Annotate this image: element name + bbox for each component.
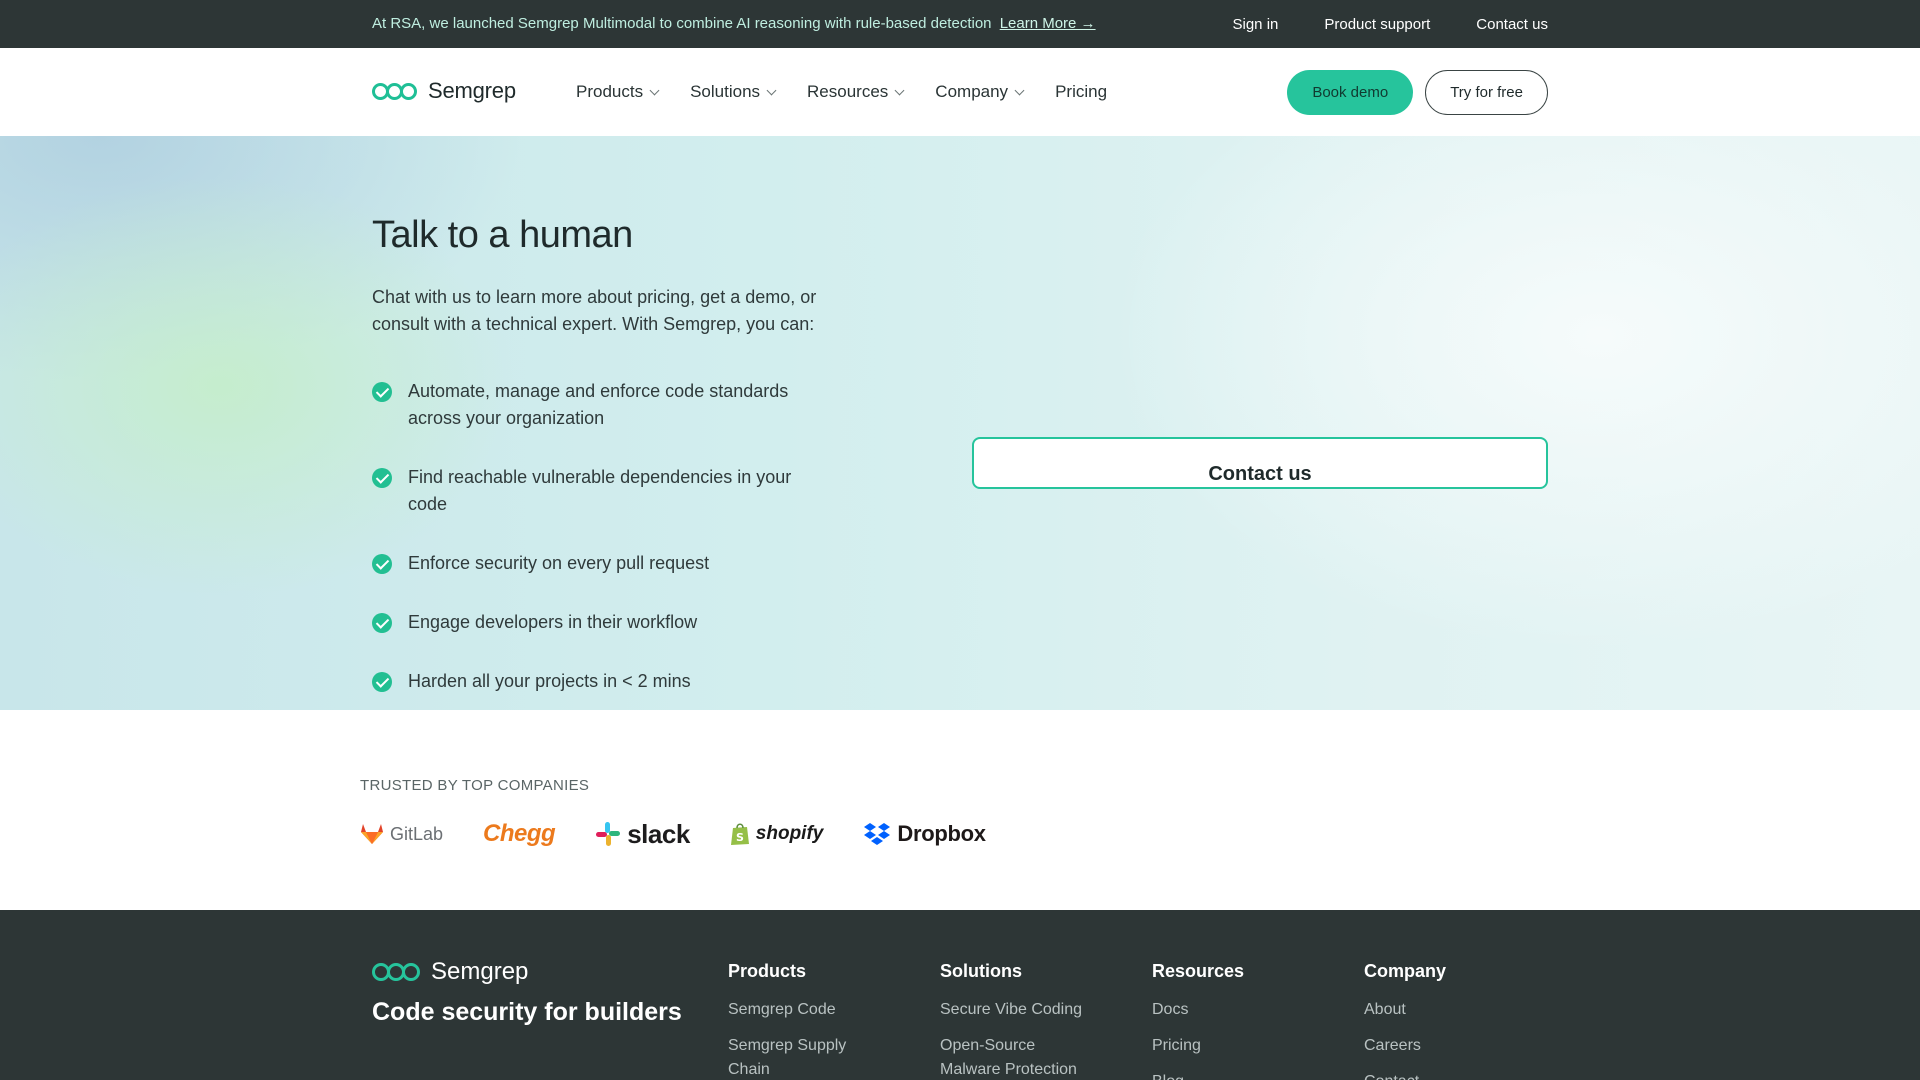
footer-column-products: Products Semgrep Code Semgrep Supply Cha…	[728, 961, 908, 1080]
hero-section: Talk to a human Chat with us to learn mo…	[0, 136, 1920, 710]
site-header: Semgrep Products Solutions Resources Com…	[0, 48, 1920, 136]
footer-column-title: Company	[1364, 961, 1447, 981]
benefit-text: Find reachable vulnerable dependencies i…	[408, 467, 792, 514]
footer-tagline: Code security for builders	[372, 998, 682, 1026]
utility-links: Sign in Product support Contact us	[1233, 0, 1549, 48]
footer-column-title: Resources	[1152, 961, 1245, 981]
chevron-down-icon	[1014, 85, 1025, 95]
try-for-free-button[interactable]: Try for free	[1425, 70, 1548, 115]
footer-link-about[interactable]: About	[1364, 998, 1544, 1022]
benefit-text: Engage developers in their workflow	[408, 612, 698, 632]
dropbox-wordmark: Dropbox	[897, 821, 986, 846]
nav-resources[interactable]: Resources	[807, 82, 905, 102]
nav-company-label: Company	[935, 82, 1009, 101]
benefit-item: Find reachable vulnerable dependencies i…	[372, 464, 832, 518]
footer-link-contact[interactable]: Contact	[1364, 1070, 1544, 1080]
nav-solutions[interactable]: Solutions	[690, 82, 777, 102]
footer-link-docs[interactable]: Docs	[1152, 998, 1332, 1022]
check-circle-icon	[372, 613, 392, 633]
footer-column-resources: Resources Docs Pricing Blog	[1152, 961, 1332, 1080]
gitlab-icon	[361, 824, 383, 844]
benefit-text: Harden all your projects in < 2 mins	[408, 671, 691, 691]
dropbox-icon	[864, 823, 891, 845]
benefit-item: Engage developers in their workflow	[372, 609, 832, 636]
semgrep-logo-icon	[372, 963, 420, 981]
nav-pricing-label: Pricing	[1055, 82, 1108, 101]
site-footer: Semgrep Code security for builders Produ…	[0, 910, 1920, 1080]
nav-company[interactable]: Company	[935, 82, 1025, 102]
shopify-bag-icon: S	[730, 823, 749, 845]
trusted-heading: TRUSTED BY TOP COMPANIES	[360, 777, 590, 794]
chegg-logo: Chegg	[483, 820, 556, 848]
footer-link-supply-chain[interactable]: Semgrep Supply Chain	[728, 1034, 868, 1080]
footer-link-semgrep-code[interactable]: Semgrep Code	[728, 998, 908, 1022]
footer-logo[interactable]: Semgrep	[372, 958, 528, 986]
footer-link-secure-vibe-coding[interactable]: Secure Vibe Coding	[940, 998, 1120, 1022]
footer-column-company: Company About Careers Contact	[1364, 961, 1544, 1080]
nav-products[interactable]: Products	[576, 82, 660, 102]
brand-name: Semgrep	[428, 78, 516, 103]
main-nav: Products Solutions Resources Company Pri…	[576, 48, 1107, 136]
contact-us-button[interactable]: Contact us	[972, 437, 1548, 489]
benefit-item: Enforce security on every pull request	[372, 550, 832, 577]
hero-intro: Chat with us to learn more about pricing…	[372, 287, 817, 334]
nav-solutions-label: Solutions	[690, 82, 761, 101]
page-title: Talk to a human	[372, 214, 633, 256]
footer-link-pricing[interactable]: Pricing	[1152, 1034, 1332, 1058]
footer-link-careers[interactable]: Careers	[1364, 1034, 1544, 1058]
shopify-wordmark: shopify	[755, 823, 824, 844]
benefit-item: Automate, manage and enforce code standa…	[372, 378, 832, 432]
semgrep-logo-icon	[372, 82, 417, 100]
book-demo-button[interactable]: Book demo	[1287, 70, 1414, 115]
announcement-bar: At RSA, we launched Semgrep Multimodal t…	[0, 0, 1920, 48]
chevron-down-icon	[649, 85, 660, 95]
benefit-text: Enforce security on every pull request	[408, 553, 710, 573]
benefits-list: Automate, manage and enforce code standa…	[372, 378, 832, 727]
nav-pricing[interactable]: Pricing	[1055, 82, 1107, 102]
chevron-down-icon	[894, 85, 905, 95]
benefit-text: Automate, manage and enforce code standa…	[408, 381, 789, 428]
check-circle-icon	[372, 468, 392, 488]
shopify-logo: S shopify	[730, 822, 824, 846]
semgrep-logo[interactable]: Semgrep	[372, 78, 516, 104]
gitlab-wordmark: GitLab	[390, 823, 444, 844]
footer-link-malware-protection[interactable]: Open-Source Malware Protection	[940, 1034, 1100, 1080]
contact-us-label: Contact us	[1208, 463, 1312, 485]
footer-column-title: Products	[728, 961, 807, 981]
nav-resources-label: Resources	[807, 82, 889, 101]
svg-text:S: S	[736, 831, 744, 844]
gitlab-logo: GitLab	[360, 823, 443, 845]
check-circle-icon	[372, 382, 392, 402]
announcement-message: At RSA, we launched Semgrep Multimodal t…	[372, 0, 1096, 48]
check-circle-icon	[372, 672, 392, 692]
product-support-link[interactable]: Product support	[1324, 16, 1430, 33]
slack-icon	[596, 822, 621, 846]
sign-in-link[interactable]: Sign in	[1233, 16, 1279, 33]
chegg-wordmark: Chegg	[483, 820, 556, 847]
nav-products-label: Products	[576, 82, 644, 101]
benefit-item: Harden all your projects in < 2 mins	[372, 668, 832, 695]
customer-logos: GitLab Chegg slack S shopify Dropbox	[360, 818, 986, 850]
slack-logo: slack	[595, 819, 690, 850]
slack-wordmark: slack	[627, 818, 690, 849]
header-ctas: Book demo Try for free	[1287, 70, 1548, 115]
footer-column-title: Solutions	[940, 961, 1022, 981]
announcement-text: At RSA, we launched Semgrep Multimodal t…	[372, 15, 992, 32]
dropbox-logo: Dropbox	[863, 821, 986, 847]
footer-brand-name: Semgrep	[431, 958, 529, 985]
check-circle-icon	[372, 554, 392, 574]
footer-link-blog[interactable]: Blog	[1152, 1070, 1332, 1080]
learn-more-link[interactable]: Learn More →	[1000, 15, 1096, 32]
contact-us-link[interactable]: Contact us	[1476, 16, 1548, 33]
chevron-down-icon	[766, 85, 777, 95]
footer-column-solutions: Solutions Secure Vibe Coding Open-Source…	[940, 961, 1120, 1080]
